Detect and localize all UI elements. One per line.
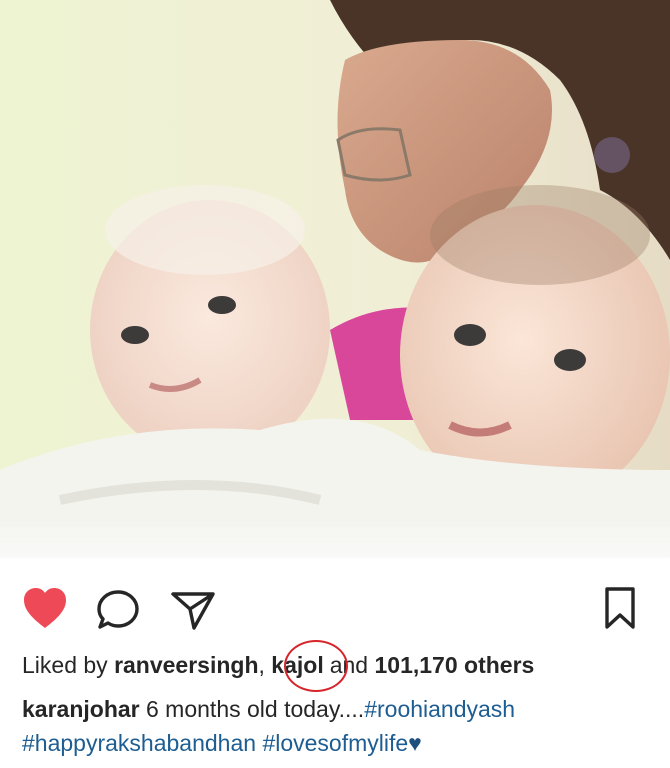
image-fade <box>0 520 670 558</box>
likes-separator: , <box>258 652 272 678</box>
hashtag-link[interactable]: #happyrakshabandhan <box>22 730 256 756</box>
post-image-illustration <box>0 0 670 558</box>
liker-username[interactable]: ranveersingh <box>114 652 258 678</box>
caption-username[interactable]: karanjohar <box>22 696 140 722</box>
hashtag-link[interactable]: #lovesofmylife <box>262 730 408 756</box>
paper-plane-icon[interactable] <box>170 588 216 637</box>
heart-filled-icon[interactable] <box>22 586 68 635</box>
bookmark-icon[interactable] <box>602 586 638 635</box>
heart-emoji-icon: ♥ <box>408 730 422 756</box>
highlight-circle-annotation <box>284 640 348 692</box>
caption-text: 6 months old today.... <box>139 696 365 722</box>
likes-count[interactable]: 101,170 others <box>374 652 534 678</box>
comment-bubble-icon[interactable] <box>96 588 142 637</box>
post-image[interactable] <box>0 0 670 558</box>
post-action-bar <box>0 582 670 634</box>
hashtag-link[interactable]: #roohiandyash <box>364 696 515 722</box>
likes-prefix: Liked by <box>22 652 115 678</box>
caption-line-1: karanjohar 6 months old today....#roohia… <box>22 694 656 724</box>
caption-line-2: #happyrakshabandhan #lovesofmylife♥ <box>22 728 656 758</box>
